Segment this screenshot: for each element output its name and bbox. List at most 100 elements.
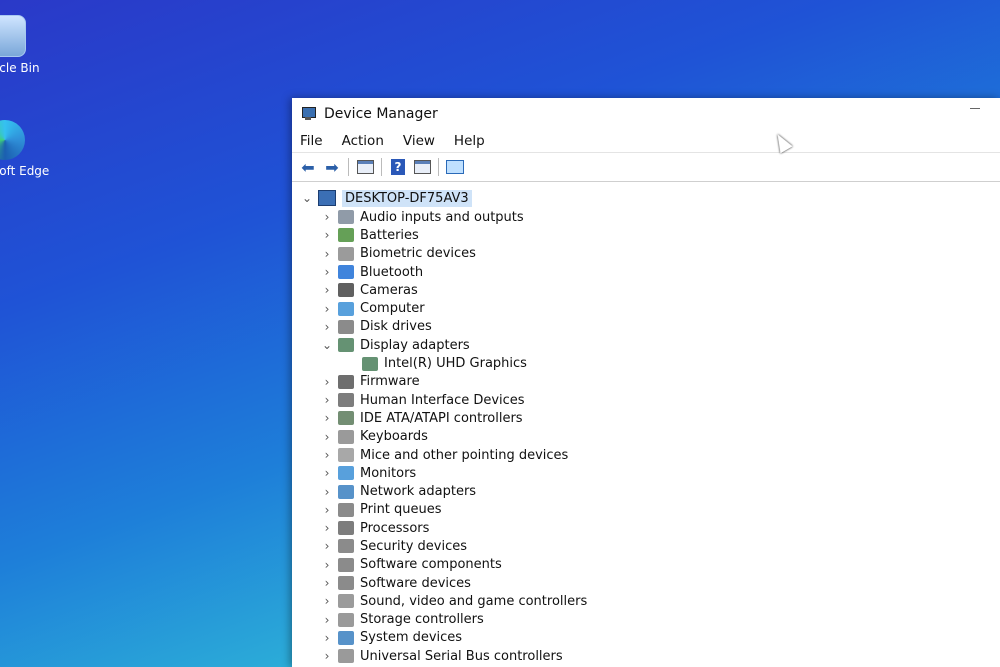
chevron-right-icon[interactable]: ›	[320, 430, 334, 444]
tree-item-label: Intel(R) UHD Graphics	[384, 356, 527, 372]
display-adapter-icon	[362, 356, 378, 371]
chevron-right-icon[interactable]: ›	[320, 466, 334, 480]
tree-item-batteries[interactable]: › Batteries	[292, 226, 1000, 244]
hid-icon	[338, 393, 354, 408]
tree-item-label: Storage controllers	[360, 612, 484, 628]
scan-hardware-button[interactable]	[445, 157, 465, 177]
network-icon	[338, 484, 354, 499]
tree-item-label: Mice and other pointing devices	[360, 447, 569, 463]
processor-icon	[338, 521, 354, 536]
system-icon	[338, 630, 354, 645]
back-button[interactable]: ⬅	[298, 157, 318, 177]
chevron-right-icon[interactable]: ›	[320, 375, 334, 389]
tree-root-computer[interactable]: ⌄ DESKTOP-DF75AV3	[292, 188, 1000, 208]
chevron-right-icon[interactable]: ›	[320, 485, 334, 499]
tree-item-computer[interactable]: › Computer	[292, 299, 1000, 317]
battery-icon	[338, 228, 354, 243]
tree-item-label: Security devices	[360, 538, 467, 554]
chevron-right-icon[interactable]: ›	[320, 631, 334, 645]
tree-item-label: Firmware	[360, 374, 420, 390]
chevron-right-icon[interactable]: ›	[320, 613, 334, 627]
desktop-icon-recycle-bin[interactable]: Recycle Bin	[0, 15, 50, 75]
help-button[interactable]: ?	[388, 157, 408, 177]
properties-button[interactable]	[355, 157, 375, 177]
toolbar-separator	[381, 158, 382, 176]
desktop-icon-edge[interactable]: Microsoft Edge	[0, 120, 50, 178]
forward-button[interactable]: ➡	[322, 157, 342, 177]
tree-item-label: System devices	[360, 630, 463, 646]
tree-item-firmware[interactable]: › Firmware	[292, 373, 1000, 391]
tree-item-security-devices[interactable]: › Security devices	[292, 537, 1000, 555]
chevron-right-icon[interactable]: ›	[320, 320, 334, 334]
desktop-icon-label: Microsoft Edge	[0, 164, 50, 178]
printer-icon	[338, 502, 354, 517]
tree-item-cameras[interactable]: › Cameras	[292, 281, 1000, 299]
chevron-down-icon[interactable]: ⌄	[320, 338, 334, 352]
tree-item-display-adapters[interactable]: ⌄ Display adapters	[292, 336, 1000, 354]
tree-item-software-components[interactable]: › Software components	[292, 556, 1000, 574]
chevron-right-icon[interactable]: ›	[320, 558, 334, 572]
menu-action[interactable]: Action	[342, 133, 384, 149]
tree-item-sound-video-and-game-controllers[interactable]: › Sound, video and game controllers	[292, 592, 1000, 610]
tree-item-system-devices[interactable]: › System devices	[292, 629, 1000, 647]
chevron-down-icon[interactable]: ⌄	[300, 191, 314, 205]
update-driver-icon	[413, 160, 431, 174]
tree-item-disk-drives[interactable]: › Disk drives	[292, 318, 1000, 336]
chevron-right-icon[interactable]: ›	[320, 265, 334, 279]
tree-item-monitors[interactable]: › Monitors	[292, 464, 1000, 482]
chevron-right-icon[interactable]: ›	[320, 594, 334, 608]
tree-item-bluetooth[interactable]: › Bluetooth	[292, 263, 1000, 281]
tree-item-human-interface-devices[interactable]: › Human Interface Devices	[292, 391, 1000, 409]
camera-icon	[338, 283, 354, 298]
tree-item-processors[interactable]: › Processors	[292, 519, 1000, 537]
update-driver-button[interactable]	[412, 157, 432, 177]
tree-item-storage-controllers[interactable]: › Storage controllers	[292, 611, 1000, 629]
chevron-right-icon[interactable]: ›	[320, 411, 334, 425]
menu-help[interactable]: Help	[454, 133, 485, 149]
tree-item-label: Audio inputs and outputs	[360, 209, 524, 225]
tree-item-network-adapters[interactable]: › Network adapters	[292, 482, 1000, 500]
menu-file[interactable]: File	[300, 133, 323, 149]
toolbar: ⬅ ➡ ?	[292, 152, 1000, 182]
tree-item-label: Computer	[360, 301, 425, 317]
chevron-right-icon[interactable]: ›	[320, 228, 334, 242]
tree-item-audio-inputs-and-outputs[interactable]: › Audio inputs and outputs	[292, 208, 1000, 226]
sound-icon	[338, 594, 354, 609]
help-icon: ?	[391, 159, 405, 175]
tree-item-software-devices[interactable]: › Software devices	[292, 574, 1000, 592]
display-adapter-icon	[338, 338, 354, 353]
forward-icon: ➡	[325, 157, 339, 177]
recycle-bin-icon	[0, 15, 26, 57]
storage-icon	[338, 612, 354, 627]
tree-item-label: Bluetooth	[360, 264, 424, 280]
tree-item-mice-and-other-pointing-devices[interactable]: › Mice and other pointing devices	[292, 446, 1000, 464]
chevron-right-icon[interactable]: ›	[320, 539, 334, 553]
chevron-right-icon[interactable]: ›	[320, 283, 334, 297]
chevron-right-icon[interactable]: ›	[320, 247, 334, 261]
chevron-right-icon[interactable]: ›	[320, 521, 334, 535]
tree-item-label: Software devices	[360, 575, 471, 591]
tree-item-intel-uhd-graphics[interactable]: Intel(R) UHD Graphics	[292, 354, 1000, 372]
minimize-button[interactable]	[970, 108, 980, 109]
tree-item-label: Monitors	[360, 465, 417, 481]
chevron-right-icon[interactable]: ›	[320, 210, 334, 224]
chevron-right-icon[interactable]: ›	[320, 393, 334, 407]
title-bar[interactable]: Device Manager	[292, 98, 1000, 130]
tree-item-label: Disk drives	[360, 319, 432, 335]
chevron-right-icon[interactable]: ›	[320, 503, 334, 517]
security-icon	[338, 539, 354, 554]
tree-item-biometric-devices[interactable]: › Biometric devices	[292, 245, 1000, 263]
chevron-right-icon[interactable]: ›	[320, 576, 334, 590]
tree-item-ide-ata-atapi-controllers[interactable]: › IDE ATA/ATAPI controllers	[292, 409, 1000, 427]
chevron-right-icon[interactable]: ›	[320, 448, 334, 462]
tree-item-universal-serial-bus-controllers[interactable]: › Universal Serial Bus controllers	[292, 647, 1000, 665]
tree-item-keyboards[interactable]: › Keyboards	[292, 428, 1000, 446]
chevron-right-icon[interactable]: ›	[320, 302, 334, 316]
firmware-icon	[338, 374, 354, 389]
bluetooth-icon	[338, 265, 354, 280]
chevron-right-icon[interactable]: ›	[320, 649, 334, 663]
menu-view[interactable]: View	[403, 133, 435, 149]
edge-icon	[0, 120, 25, 160]
tree-item-print-queues[interactable]: › Print queues	[292, 501, 1000, 519]
menu-bar: File Action View Help	[292, 130, 1000, 152]
